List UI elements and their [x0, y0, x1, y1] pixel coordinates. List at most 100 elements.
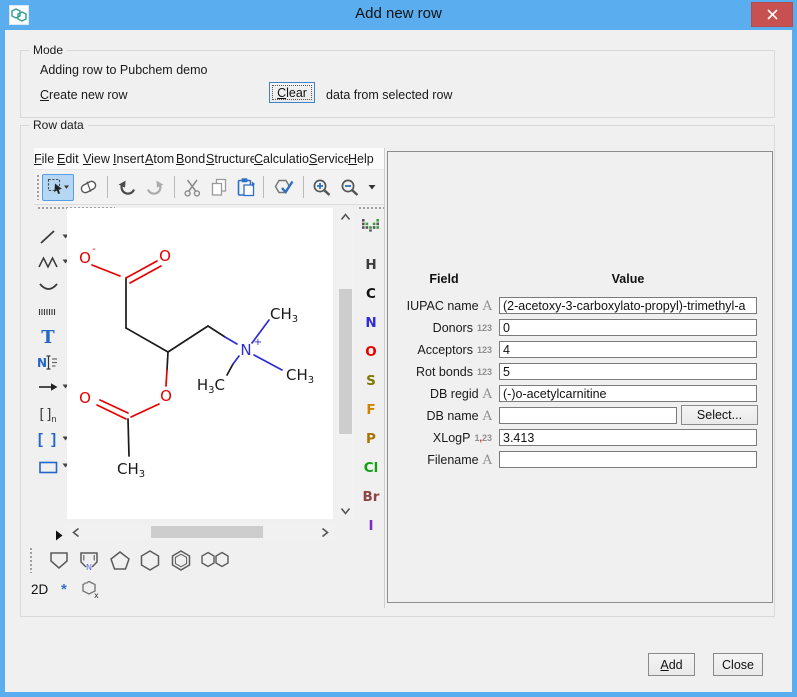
arc-tool-button[interactable] — [35, 276, 61, 298]
ammonium-n-label: N — [240, 341, 251, 359]
acceptors-input[interactable] — [499, 341, 757, 358]
db-regid-input[interactable] — [499, 385, 757, 402]
eraser-button[interactable] — [74, 174, 103, 201]
iupac-name-input[interactable] — [499, 297, 757, 314]
chain-tool-button[interactable] — [35, 251, 61, 273]
horizontal-scrollbar[interactable] — [67, 524, 333, 540]
dialog-content: Mode Adding row to Pubchem demo Create n… — [5, 30, 792, 692]
methyl-right-label: CH3 — [286, 366, 314, 386]
rectangle-tool-button[interactable] — [35, 456, 61, 478]
template-toolbar-drag-handle[interactable] — [29, 547, 33, 573]
template-cyclopentane-button[interactable] — [106, 548, 134, 572]
menu-item-file[interactable]: File — [34, 151, 57, 166]
element-toolbar-drag-handle[interactable] — [358, 206, 384, 210]
carboxylate-o-label: O — [79, 249, 91, 267]
check-structure-button[interactable] — [268, 174, 299, 201]
clear-button[interactable]: Clear — [269, 82, 315, 103]
toolbar-separator — [107, 176, 108, 198]
element-button-p[interactable]: P — [357, 431, 385, 451]
dimension-2d-label[interactable]: 2D — [31, 582, 48, 597]
repeat-group-tool-button[interactable]: [ ]n — [35, 403, 61, 425]
template-pyrrole-button[interactable]: N — [75, 548, 103, 572]
molecule-canvas[interactable]: O - O N + CH3 CH3 H3C O O CH3 — [67, 208, 333, 519]
select-tool-button[interactable] — [42, 174, 74, 201]
undo-button[interactable] — [112, 174, 141, 201]
svg-text:N: N — [37, 356, 47, 370]
scroll-right-button[interactable] — [318, 526, 331, 538]
horizontal-scrollbar-thumb[interactable] — [151, 526, 263, 538]
reaction-arrow-tool-button[interactable] — [35, 376, 61, 398]
scroll-left-button[interactable] — [69, 526, 82, 538]
plus-charge: + — [254, 337, 262, 348]
fields-panel: Field Value IUPAC nameA Donors123 Accept… — [387, 151, 773, 603]
close-button-footer[interactable]: Close — [713, 653, 763, 676]
menu-item-services[interactable]: Services — [309, 151, 348, 166]
multibond-comb-tool-button[interactable] — [35, 301, 61, 323]
menu-item-insert[interactable]: Insert — [113, 151, 145, 166]
copy-button[interactable] — [206, 174, 232, 201]
group-bracket-icon: [ ]n — [40, 405, 57, 424]
scroll-down-button[interactable] — [339, 504, 352, 517]
left-toolbar-overflow-arrow[interactable] — [55, 530, 65, 542]
zoom-out-button[interactable] — [336, 174, 364, 201]
template-cyclohexane-button[interactable] — [136, 548, 164, 572]
template-cyclopentadiene-button[interactable] — [45, 548, 73, 572]
acetyl-o-label: O — [79, 389, 91, 407]
element-button-n[interactable]: N — [357, 315, 385, 335]
zoom-in-button[interactable] — [308, 174, 336, 201]
methyl-bottom-label: CH3 — [117, 460, 145, 480]
select-button[interactable]: Select... — [681, 405, 758, 425]
clean-structure-button[interactable]: x — [81, 580, 99, 599]
atom-label-icon: N — [37, 354, 59, 371]
element-button-i[interactable]: I — [357, 518, 385, 538]
element-button-f[interactable]: F — [357, 402, 385, 422]
menu-item-calculations[interactable]: Calculations — [254, 151, 309, 166]
field-label-donors: Donors123 — [388, 319, 492, 337]
menu-item-structure[interactable]: Structure — [206, 151, 254, 166]
element-button-s[interactable]: S — [357, 373, 385, 393]
molecule-drawing: O - O N + CH3 CH3 H3C O O CH3 — [67, 208, 333, 519]
bond-tool-button[interactable] — [35, 226, 61, 248]
pyrrole-icon: N — [77, 549, 101, 571]
element-button-c[interactable]: C — [357, 286, 385, 306]
scroll-up-button[interactable] — [339, 210, 352, 223]
menu-item-atom[interactable]: Atom — [145, 151, 176, 166]
cut-button[interactable] — [179, 174, 206, 201]
text-tool-button[interactable]: T — [35, 326, 61, 348]
dialog-window: Add new row Mode Adding row to Pubchem d… — [0, 0, 797, 697]
filename-input[interactable] — [499, 451, 757, 468]
single-bond-icon — [39, 228, 57, 246]
menu-item-edit[interactable]: Edit — [57, 151, 83, 166]
atom-label-tool-button[interactable]: N — [35, 351, 61, 373]
arc-icon — [39, 281, 58, 293]
element-button-cl[interactable]: Cl — [357, 460, 385, 480]
vertical-scrollbar-thumb[interactable] — [339, 289, 352, 434]
rot-bonds-input[interactable] — [499, 363, 757, 380]
title-bar: Add new row — [0, 0, 797, 30]
toolbar-overflow-button[interactable] — [364, 174, 380, 201]
decimal-type-icon: 1,23 — [474, 433, 492, 443]
create-new-row-label[interactable]: Create new row — [40, 88, 128, 102]
element-button-o[interactable]: O — [357, 344, 385, 364]
menu-item-help[interactable]: Help — [348, 151, 374, 166]
any-atom-star-icon[interactable]: * — [61, 581, 67, 598]
rowdata-groupbox-label: Row data — [29, 118, 88, 132]
donors-input[interactable] — [499, 319, 757, 336]
toolbar-drag-handle[interactable] — [36, 174, 39, 200]
paste-button[interactable] — [232, 174, 259, 201]
template-benzene-button[interactable] — [167, 548, 195, 572]
template-fused-rings-button[interactable] — [198, 548, 232, 572]
mode-groupbox: Mode Adding row to Pubchem demo Create n… — [20, 50, 775, 118]
xlogp-input[interactable] — [499, 429, 757, 446]
close-button[interactable] — [751, 2, 793, 27]
add-button[interactable]: Add — [648, 653, 695, 676]
element-button-h[interactable]: H — [357, 257, 385, 277]
periodic-table-button[interactable] — [362, 219, 379, 232]
vertical-scrollbar[interactable] — [337, 208, 354, 519]
menu-item-view[interactable]: View — [83, 151, 113, 166]
bracket-tool-button[interactable]: [ ] — [35, 428, 61, 450]
redo-button[interactable] — [141, 174, 170, 201]
element-button-br[interactable]: Br — [357, 489, 385, 509]
db-name-input[interactable] — [499, 407, 677, 424]
menu-item-bond[interactable]: Bond — [176, 151, 206, 166]
